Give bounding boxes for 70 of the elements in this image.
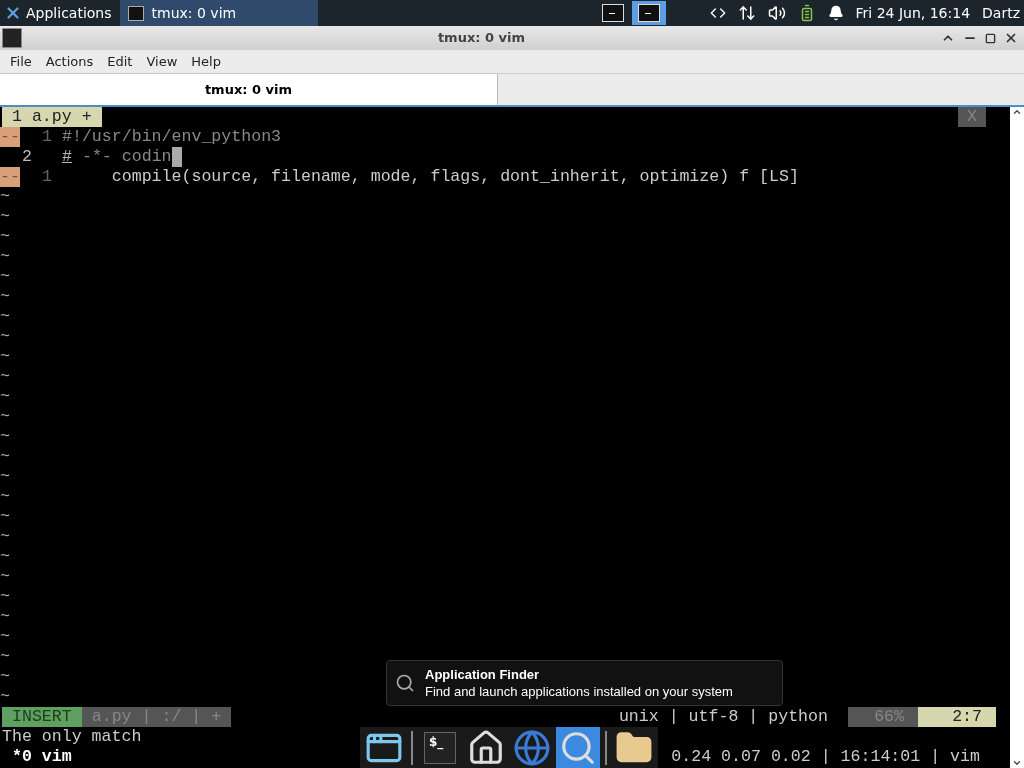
empty-line-marker: ~ [0, 347, 10, 367]
empty-line-marker: ~ [0, 487, 10, 507]
empty-line-marker: ~ [0, 207, 10, 227]
empty-line-marker: ~ [0, 547, 10, 567]
empty-line-marker: ~ [0, 387, 10, 407]
text-cursor [171, 147, 182, 167]
menu-item[interactable]: Help [185, 51, 227, 72]
empty-line-marker: ~ [0, 607, 10, 627]
vim-position: 2:7 [918, 707, 996, 727]
empty-line-marker: ~ [0, 647, 10, 667]
empty-line-marker: ~ [0, 427, 10, 447]
empty-line-marker: ~ [0, 267, 10, 287]
tmux-status: 0.24 0.07 0.02 | 16:14:01 | vim [671, 747, 980, 767]
empty-line-marker: ~ [0, 187, 10, 207]
user-name[interactable]: Dartz [982, 2, 1020, 24]
menu-item[interactable]: Actions [39, 51, 100, 72]
empty-line-marker: ~ [0, 307, 10, 327]
transfer-icon[interactable] [737, 4, 756, 22]
menu-item[interactable]: Edit [101, 51, 139, 72]
bell-icon[interactable] [827, 5, 844, 21]
code-line: #!/usr/bin/env_python3 [62, 127, 282, 147]
close-icon [4, 4, 22, 22]
empty-line-marker: ~ [0, 507, 10, 527]
empty-line-marker: ~ [0, 247, 10, 267]
scroll-down-icon[interactable] [1012, 758, 1022, 768]
volume-icon[interactable] [767, 4, 786, 22]
empty-line-marker: ~ [0, 667, 10, 687]
taskbar-task[interactable]: tmux: 0 vim [119, 0, 318, 26]
vim-mode: INSERT [2, 707, 82, 727]
terminal-icon [2, 28, 22, 48]
empty-line-marker: ~ [0, 227, 10, 247]
tooltip-title: Application Finder [425, 666, 541, 683]
empty-line-marker: ~ [0, 587, 10, 607]
line-number: 2 [21, 147, 33, 167]
empty-line-marker: ~ [0, 447, 10, 467]
line-number: 1 [41, 127, 52, 147]
sign-marker: -- [0, 167, 20, 187]
sign-marker: -- [0, 127, 20, 147]
maximize-icon[interactable] [985, 32, 996, 44]
menu-item[interactable]: File [4, 51, 38, 72]
terminal-icon [127, 5, 144, 21]
terminal-tab[interactable]: tmux: 0 vim [0, 74, 498, 105]
empty-line-marker: ~ [0, 287, 10, 307]
empty-line-marker: ~ [0, 527, 10, 547]
applications-menu[interactable]: Applications [0, 0, 116, 26]
empty-line-marker: ~ [0, 567, 10, 587]
tooltip-description: Find and launch applications installed on your system [425, 683, 733, 700]
vim-message: The only match [2, 727, 142, 747]
line-number: 1 [41, 167, 52, 187]
network-icon[interactable] [709, 5, 726, 21]
empty-line-marker: ~ [0, 327, 10, 347]
scrollbar[interactable] [1010, 107, 1024, 768]
scroll-up-icon[interactable] [1012, 107, 1022, 117]
empty-line-marker: ~ [0, 467, 10, 487]
workspace-button[interactable] [631, 1, 666, 25]
vim-file-info: unix | utf-8 | python [618, 707, 828, 727]
close-icon[interactable] [1004, 31, 1018, 45]
empty-line-marker: ~ [0, 407, 10, 427]
code-line: compile(source, filename, mode, flags, dont_inherit, optimize) f [LS] [110, 167, 799, 187]
vim-tab[interactable]: 1 a.py + [2, 107, 102, 127]
window-title: tmux: 0 vim [437, 29, 526, 48]
search-dock-icon[interactable] [556, 727, 600, 768]
empty-line-marker: ~ [0, 367, 10, 387]
clock[interactable]: Fri 24 Jun, 16:14 [855, 2, 971, 24]
empty-line-marker: ~ [0, 627, 10, 647]
tmux-window[interactable]: *0 vim [12, 747, 72, 767]
search-icon [395, 673, 415, 693]
empty-line-marker: ~ [0, 687, 10, 707]
menu-item[interactable]: View [140, 51, 184, 72]
code-line: # -*- codin [62, 147, 172, 167]
